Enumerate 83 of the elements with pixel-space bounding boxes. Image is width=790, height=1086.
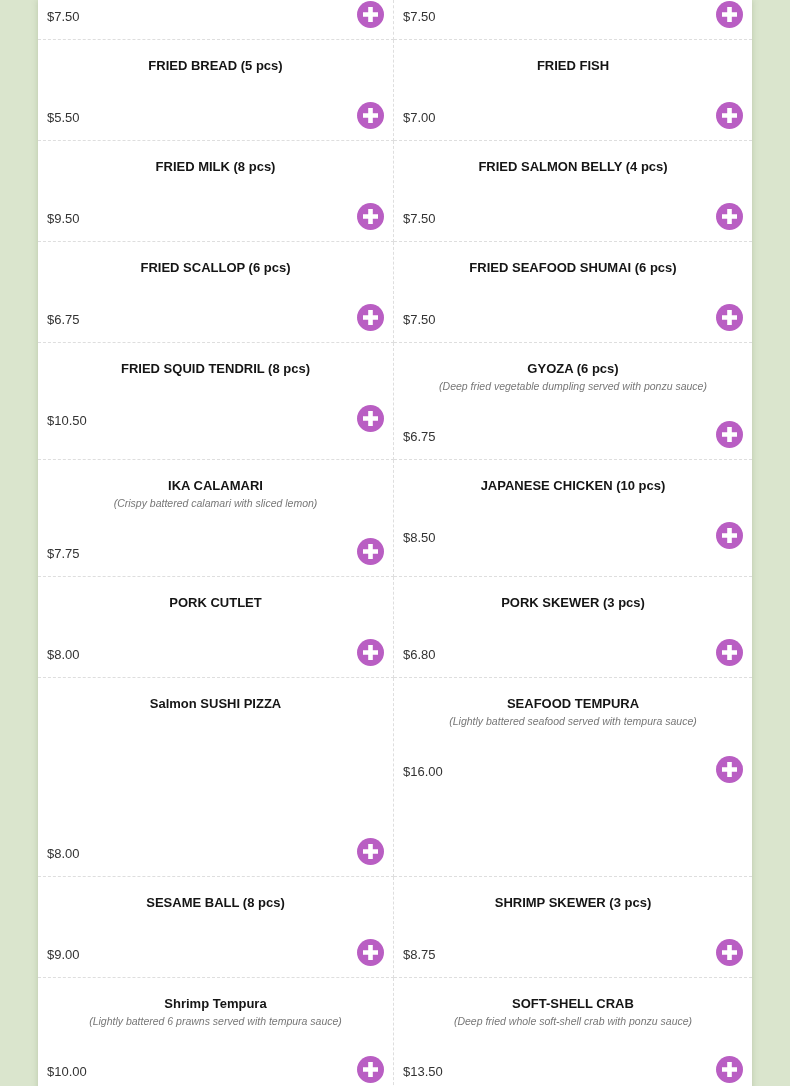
plus-icon [722,645,737,660]
add-button[interactable] [716,756,743,783]
add-button[interactable] [357,304,384,331]
item-name: SOFT-SHELL CRAB [511,995,635,1013]
plus-icon [722,310,737,325]
item-price: $7.50 [403,310,436,327]
item-name: IKA CALAMARI [167,477,264,495]
item-price: $10.50 [47,411,87,428]
item-name: SHRIMP SKEWER (3 pcs) [493,894,653,912]
plus-icon [363,844,378,859]
add-button[interactable] [716,304,743,331]
add-button[interactable] [716,939,743,966]
item-name: PORK CUTLET [168,594,263,612]
add-button[interactable] [716,421,743,448]
plus-icon [363,544,378,559]
item-price: $8.00 [47,844,80,861]
item-description: (Lightly battered seafood served with tempura sauce) [448,714,698,729]
item-description: (Deep fried vegetable dumpling served with ponzu sauce) [438,379,708,394]
item-price: $8.00 [47,645,80,662]
add-button[interactable] [357,838,384,865]
add-button[interactable] [357,1056,384,1083]
plus-icon [722,1062,737,1077]
add-button[interactable] [357,1,384,28]
item-name: GYOZA (6 pcs) [526,360,620,378]
plus-icon [722,762,737,777]
add-button[interactable] [716,102,743,129]
item-name: FRIED SEAFOOD SHUMAI (6 pcs) [468,259,678,277]
plus-icon [363,945,378,960]
item-price: $7.50 [47,7,80,24]
item-name: SEAFOOD TEMPURA [505,695,641,713]
add-button[interactable] [357,203,384,230]
item-name: FRIED FISH [535,57,611,75]
item-price: $16.00 [403,762,443,779]
item-price: $6.75 [47,310,80,327]
item-price: $7.50 [403,209,436,226]
plus-icon [722,7,737,22]
plus-icon [363,411,378,426]
item-price: $9.00 [47,945,80,962]
item-name: FRIED MILK (8 pcs) [154,158,277,176]
plus-icon [722,528,737,543]
item-description: (Crispy battered calamari with sliced lemon) [112,496,319,511]
item-price: $9.50 [47,209,80,226]
item-price: $5.50 [47,108,80,125]
plus-icon [363,7,378,22]
add-button[interactable] [357,405,384,432]
plus-icon [722,427,737,442]
add-button[interactable] [357,538,384,565]
plus-icon [722,945,737,960]
item-price: $10.00 [47,1062,87,1079]
add-button[interactable] [357,939,384,966]
item-price: $8.75 [403,945,436,962]
item-description: (Deep fried whole soft-shell crab with ponzu sauce) [452,1014,694,1029]
add-button[interactable] [716,203,743,230]
add-button[interactable] [716,522,743,549]
plus-icon [363,310,378,325]
plus-icon [722,209,737,224]
item-name: FRIED BREAD (5 pcs) [147,57,284,75]
add-button[interactable] [716,1,743,28]
item-description: (Lightly battered 6 prawns served with tempura sauce) [88,1014,343,1029]
item-price: $6.75 [403,427,436,444]
item-name: Shrimp Tempura [163,995,268,1013]
add-button[interactable] [357,102,384,129]
item-name: JAPANESE CHICKEN (10 pcs) [479,477,667,495]
plus-icon [363,645,378,660]
item-name: PORK SKEWER (3 pcs) [500,594,646,612]
item-name: FRIED SCALLOP (6 pcs) [139,259,292,277]
add-button[interactable] [716,1056,743,1083]
plus-icon [363,209,378,224]
item-price: $8.50 [403,528,436,545]
plus-icon [722,108,737,123]
plus-icon [363,108,378,123]
item-price: $6.80 [403,645,436,662]
plus-icon [363,1062,378,1077]
add-button[interactable] [716,639,743,666]
add-button[interactable] [357,639,384,666]
item-name: Salmon SUSHI PIZZA [148,695,283,713]
item-price: $7.00 [403,108,436,125]
item-price: $13.50 [403,1062,443,1079]
item-price: $7.50 [403,7,436,24]
item-name: SESAME BALL (8 pcs) [145,894,286,912]
item-price: $7.75 [47,544,80,561]
item-name: FRIED SQUID TENDRIL (8 pcs) [120,360,311,378]
item-name: FRIED SALMON BELLY (4 pcs) [477,158,669,176]
